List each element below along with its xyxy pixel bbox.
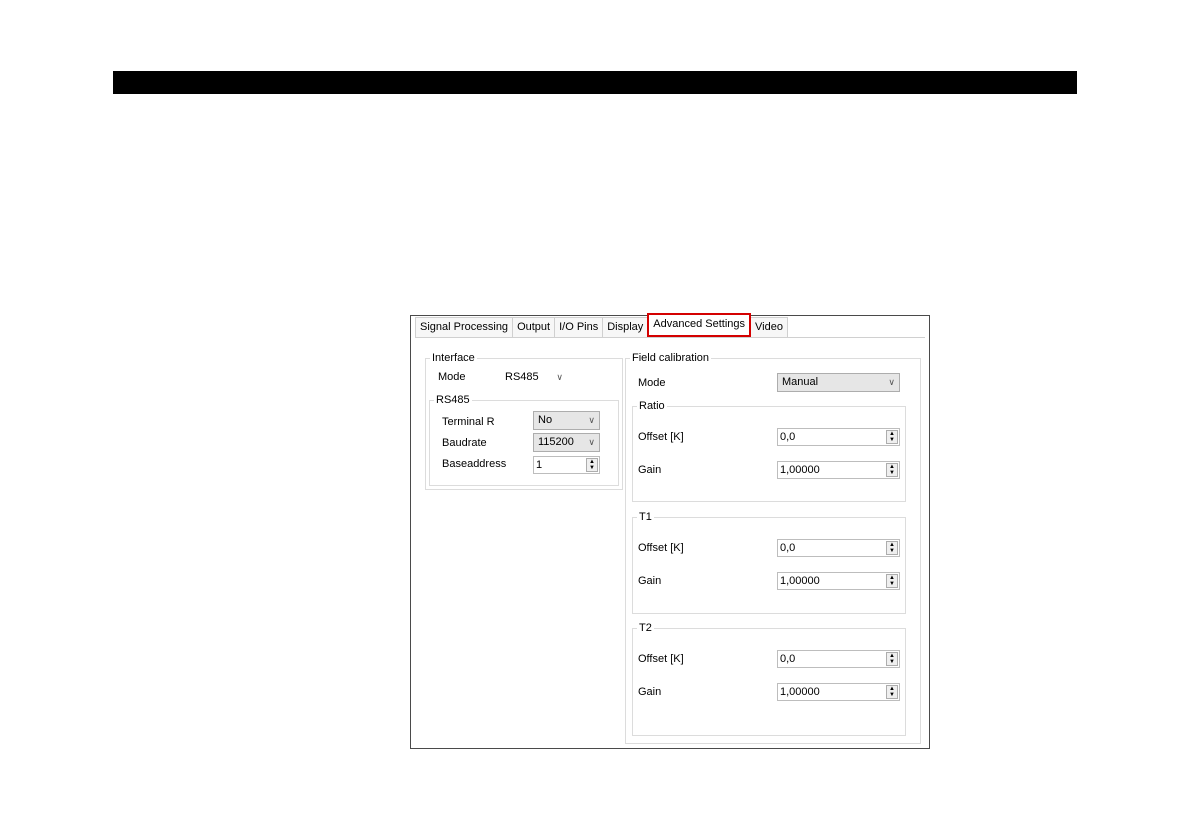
interface-mode-label: Mode: [438, 371, 466, 383]
field-calibration-title: Field calibration: [632, 352, 710, 364]
chevron-down-icon: ∨: [888, 377, 895, 387]
tab-video[interactable]: Video: [750, 317, 788, 337]
ratio-offset-spinbox[interactable]: 0,0 ▲ ▼: [777, 428, 900, 446]
baudrate-select[interactable]: 115200 ∨: [533, 433, 600, 452]
ratio-gain-value: 1,00000: [780, 464, 820, 476]
baseaddress-value: 1: [536, 459, 543, 471]
spin-arrows-icon[interactable]: ▲ ▼: [886, 574, 898, 588]
ratio-group: Ratio: [632, 400, 906, 502]
tab-io-pins[interactable]: I/O Pins: [554, 317, 604, 337]
tab-display[interactable]: Display: [602, 317, 649, 337]
calibration-mode-select[interactable]: Manual ∨: [777, 373, 900, 392]
t1-gain-value: 1,00000: [780, 575, 820, 587]
t2-offset-label: Offset [K]: [638, 653, 684, 665]
tab-divider: [415, 337, 925, 338]
t2-group: T2: [632, 622, 906, 736]
rs485-title: RS485: [436, 394, 470, 406]
ratio-title: Ratio: [639, 400, 665, 412]
ratio-offset-label: Offset [K]: [638, 431, 684, 443]
t2-gain-spinbox[interactable]: 1,00000 ▲ ▼: [777, 683, 900, 701]
spin-arrows-icon[interactable]: ▲ ▼: [886, 463, 898, 477]
chevron-down-icon: ∨: [588, 415, 595, 425]
terminal-r-label: Terminal R: [442, 416, 495, 428]
t2-title: T2: [639, 622, 652, 634]
baudrate-value: 115200: [538, 436, 574, 448]
header-bar: [113, 71, 1077, 94]
t2-offset-value: 0,0: [780, 653, 796, 665]
t1-offset-value: 0,0: [780, 542, 796, 554]
calibration-mode-label: Mode: [638, 377, 666, 389]
t1-offset-spinbox[interactable]: 0,0 ▲ ▼: [777, 539, 900, 557]
t1-gain-label: Gain: [638, 575, 662, 587]
t2-gain-value: 1,00000: [780, 686, 820, 698]
tab-output[interactable]: Output: [512, 317, 556, 337]
baseaddress-label: Baseaddress: [442, 458, 507, 470]
ratio-gain-label: Gain: [638, 464, 662, 476]
tab-strip: Signal Processing Output I/O Pins Displa…: [415, 313, 788, 337]
t1-title: T1: [639, 511, 652, 523]
t2-gain-label: Gain: [638, 686, 662, 698]
ratio-gain-spinbox[interactable]: 1,00000 ▲ ▼: [777, 461, 900, 479]
baseaddress-spinbox[interactable]: 1 ▲ ▼: [533, 456, 600, 474]
tab-signal-processing[interactable]: Signal Processing: [415, 317, 514, 337]
chevron-down-icon: ∨: [556, 372, 563, 382]
interface-title: Interface: [432, 352, 475, 364]
interface-mode-value: RS485: [505, 371, 539, 383]
settings-window: Signal Processing Output I/O Pins Displa…: [410, 313, 930, 749]
t2-offset-spinbox[interactable]: 0,0 ▲ ▼: [777, 650, 900, 668]
spin-arrows-icon[interactable]: ▲ ▼: [886, 652, 898, 666]
t1-offset-label: Offset [K]: [638, 542, 684, 554]
baudrate-label: Baudrate: [442, 437, 487, 449]
spin-arrows-icon[interactable]: ▲ ▼: [886, 430, 898, 444]
calibration-mode-value: Manual: [782, 376, 819, 388]
t1-gain-spinbox[interactable]: 1,00000 ▲ ▼: [777, 572, 900, 590]
spin-arrows-icon[interactable]: ▲ ▼: [886, 685, 898, 699]
spin-arrows-icon[interactable]: ▲ ▼: [886, 541, 898, 555]
spin-arrows-icon[interactable]: ▲ ▼: [586, 458, 598, 472]
ratio-offset-value: 0,0: [780, 431, 796, 443]
terminal-r-value: No: [538, 414, 553, 426]
chevron-down-icon: ∨: [588, 437, 595, 447]
tab-advanced-settings[interactable]: Advanced Settings: [647, 313, 752, 337]
terminal-r-select[interactable]: No ∨: [533, 411, 600, 430]
t1-group: T1: [632, 511, 906, 614]
interface-mode-select[interactable]: RS485 ∨: [500, 368, 568, 387]
